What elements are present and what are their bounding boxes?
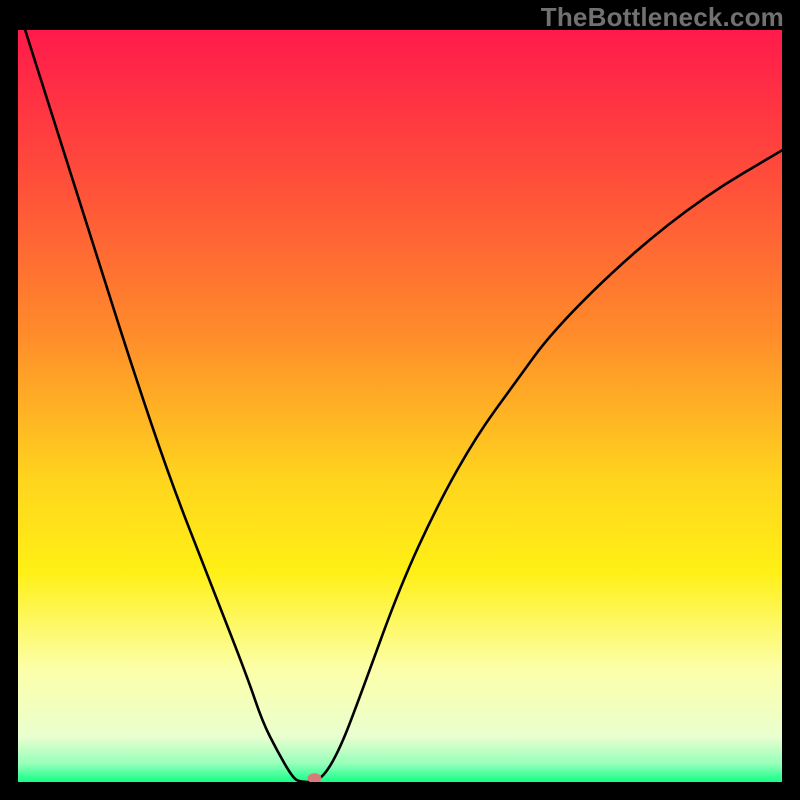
gradient-background <box>18 30 782 782</box>
watermark-text: TheBottleneck.com <box>541 2 784 33</box>
chart-container: TheBottleneck.com <box>0 0 800 800</box>
plot-svg <box>18 30 782 782</box>
plot-frame <box>18 30 782 782</box>
